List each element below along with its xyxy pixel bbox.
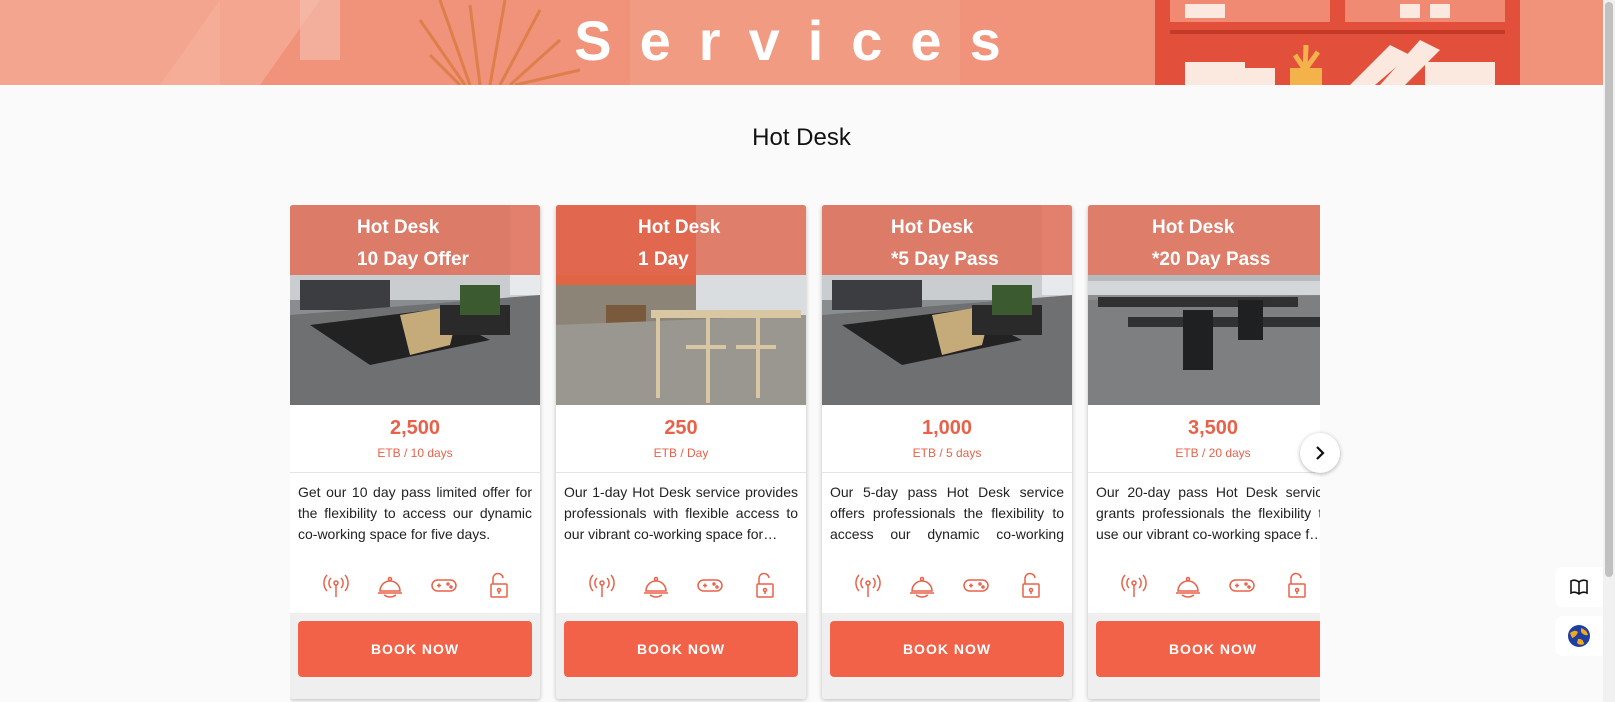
card-actions: BOOK NOW — [556, 613, 806, 699]
scrollbar-thumb[interactable] — [1605, 2, 1613, 577]
card-actions: BOOK NOW — [1088, 613, 1320, 699]
card-image: Hot Desk 1 Day — [556, 205, 806, 405]
service-bell-icon — [642, 571, 670, 599]
card-description: Get our 10 day pass limited offer for th… — [298, 484, 532, 542]
carousel-next-button[interactable] — [1300, 433, 1340, 473]
card-title-line1: Hot Desk — [891, 217, 974, 238]
gamepad-icon — [962, 571, 990, 599]
amenity-icons — [588, 571, 778, 601]
card-title: Hot Desk 10 Day Offer — [357, 212, 469, 276]
price-block: 1,000 ETB / 5 days — [822, 405, 1072, 473]
service-card: Hot Desk *5 Day Pass 1,000 ETB / 5 days … — [822, 205, 1072, 699]
service-card: Hot Desk *20 Day Pass 3,500 ETB / 20 day… — [1088, 205, 1320, 699]
price: 3,500 — [1187, 417, 1239, 439]
card-image: Hot Desk 10 Day Offer — [290, 205, 540, 405]
card-description: Our 20-day pass Hot Desk service grants … — [1096, 484, 1320, 542]
wifi-icon — [588, 571, 616, 599]
card-image: Hot Desk *20 Day Pass — [1088, 205, 1320, 405]
service-card: Hot Desk 10 Day Offer 2,500 ETB / 10 day… — [290, 205, 540, 699]
price: 2,500 — [389, 417, 441, 439]
gamepad-icon — [696, 571, 724, 599]
book-now-button[interactable]: BOOK NOW — [564, 621, 798, 677]
unlock-icon — [1282, 571, 1310, 599]
amenity-icons — [1120, 571, 1310, 601]
amenity-icons — [322, 571, 512, 601]
language-globe-icon — [1568, 625, 1590, 647]
card-title: Hot Desk 1 Day — [638, 212, 720, 276]
unlock-icon — [1016, 571, 1044, 599]
wifi-icon — [854, 571, 882, 599]
card-actions: BOOK NOW — [290, 613, 540, 699]
unlock-icon — [750, 571, 778, 599]
price-block: 3,500 ETB / 20 days — [1088, 405, 1320, 473]
card-title-line2: 1 Day — [638, 249, 689, 270]
card-title-line1: Hot Desk — [638, 217, 721, 238]
service-bell-icon — [908, 571, 936, 599]
card-description: Our 1-day Hot Desk service provides prof… — [564, 484, 798, 542]
book-now-button[interactable]: BOOK NOW — [298, 621, 532, 677]
card-title-line2: *5 Day Pass — [891, 249, 999, 270]
page-scrollbar[interactable] — [1603, 0, 1615, 702]
wifi-icon — [1120, 571, 1148, 599]
carousel-mask — [1320, 205, 1555, 702]
unlock-icon — [484, 571, 512, 599]
service-carousel: Hot Desk 10 Day Offer 2,500 ETB / 10 day… — [290, 205, 1320, 702]
gamepad-icon — [1228, 571, 1256, 599]
card-description: Our 5-day pass Hot Desk service offers p… — [830, 484, 1064, 542]
card-title-line1: Hot Desk — [357, 217, 440, 238]
card-title-line1: Hot Desk — [1152, 217, 1235, 238]
gamepad-icon — [430, 571, 458, 599]
price-unit: ETB / 10 days — [377, 446, 453, 460]
card-title: Hot Desk *5 Day Pass — [891, 212, 999, 276]
price: 1,000 — [921, 417, 973, 439]
price-unit: ETB / 5 days — [912, 446, 982, 460]
amenity-icons — [854, 571, 1044, 601]
card-actions: BOOK NOW — [822, 613, 1072, 699]
service-card: Hot Desk 1 Day 250 ETB / Day Our 1-day H… — [556, 205, 806, 699]
price-unit: ETB / 20 days — [1175, 446, 1251, 460]
price: 250 — [664, 417, 698, 439]
book-now-button[interactable]: BOOK NOW — [1096, 621, 1320, 677]
card-title-line2: *20 Day Pass — [1152, 249, 1271, 270]
service-bell-icon — [376, 571, 404, 599]
price-block: 250 ETB / Day — [556, 405, 806, 473]
card-title: Hot Desk *20 Day Pass — [1152, 212, 1270, 276]
wifi-icon — [322, 571, 350, 599]
price-unit: ETB / Day — [653, 446, 709, 460]
side-tab-language[interactable] — [1555, 616, 1603, 656]
services-banner: Services — [0, 0, 1603, 85]
card-image: Hot Desk *5 Day Pass — [822, 205, 1072, 405]
price-block: 2,500 ETB / 10 days — [290, 405, 540, 473]
section-title: Hot Desk — [752, 124, 851, 151]
chevron-right-icon — [1316, 446, 1325, 460]
side-tab-book[interactable] — [1555, 567, 1603, 607]
page-title: Services — [574, 9, 1029, 72]
book-icon — [1570, 579, 1588, 595]
service-bell-icon — [1174, 571, 1202, 599]
book-now-button[interactable]: BOOK NOW — [830, 621, 1064, 677]
card-title-line2: 10 Day Offer — [357, 249, 469, 270]
